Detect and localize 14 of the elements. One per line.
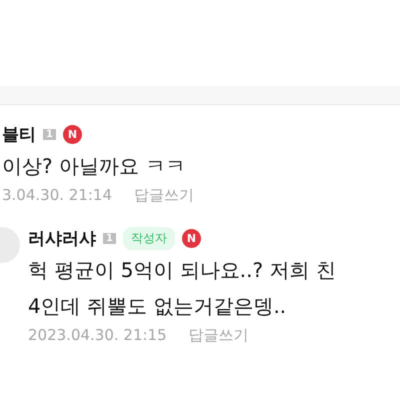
level-badge: 1: [43, 129, 56, 140]
comment-text: 이상? 아닐까요 ㅋㅋ: [2, 153, 186, 180]
comment-text: 헉 평균이 5억이 되나요..? 저희 친: [28, 257, 336, 284]
author-name: 블티: [2, 124, 36, 146]
comment-text: 4인데 쥐뿔도 없는거같은뎅..: [28, 293, 288, 320]
author-tag: 작성자: [122, 227, 175, 250]
comment-date: 2023.04.30. 21:15: [28, 326, 167, 345]
level-badge: 1: [103, 233, 116, 244]
new-badge: N: [62, 125, 82, 144]
comment-date: 3.04.30. 21:14: [2, 186, 112, 205]
author-name: 러샤러샤: [28, 228, 96, 250]
reply-link[interactable]: 답글쓰기: [188, 326, 249, 345]
new-badge: N: [182, 229, 201, 248]
reply-link[interactable]: 답글쓰기: [134, 186, 194, 205]
